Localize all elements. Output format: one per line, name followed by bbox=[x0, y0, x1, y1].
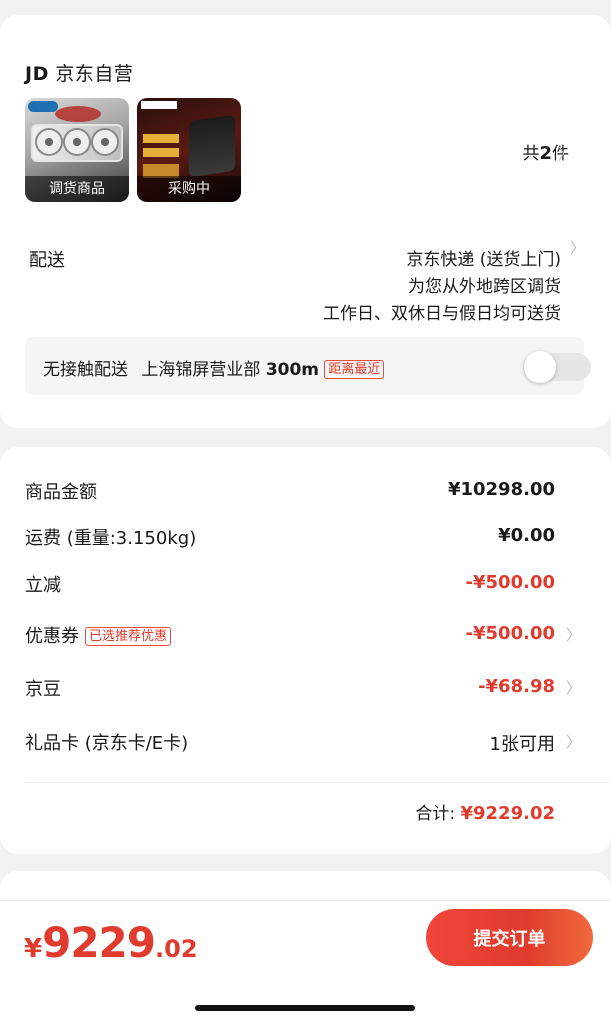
delivery-note: 为您从外地跨区调货 bbox=[408, 277, 561, 297]
shop-header[interactable]: JD 京东自营 bbox=[25, 59, 133, 86]
product-caption-1: 调货商品 bbox=[25, 176, 129, 202]
chevron-right-icon[interactable]: 〉 bbox=[570, 237, 585, 258]
count-value: 2 bbox=[539, 143, 552, 164]
chevron-right-icon[interactable]: 〉 bbox=[566, 677, 581, 698]
row-label: 优惠券 bbox=[25, 626, 79, 647]
coupon-recommend-tag: 已选推荐优惠 bbox=[85, 627, 172, 646]
row-label: 礼品卡 (京东卡/E卡) bbox=[25, 733, 189, 754]
brand-logo-icon bbox=[141, 101, 177, 109]
row-label: 京豆 bbox=[25, 679, 61, 700]
product-art-decoration bbox=[55, 106, 101, 122]
divider bbox=[25, 782, 611, 783]
row-label: 运费 (重量:3.150kg) bbox=[25, 528, 197, 549]
row-value: -¥68.98 bbox=[478, 676, 555, 697]
count-prefix: 共 bbox=[522, 144, 540, 164]
price-card: 商品金额 ¥10298.00 运费 (重量:3.150kg) ¥0.00 立减 … bbox=[0, 447, 611, 854]
delivery-info[interactable]: 京东快递 (送货上门) 为您从外地跨区调货 工作日、双休日与假日均可送货 bbox=[323, 247, 561, 328]
checkout-bar: ¥9229.02 提交订单 bbox=[0, 900, 611, 1024]
total-label: 合计: bbox=[415, 804, 456, 824]
row-label: 立减 bbox=[25, 575, 61, 596]
price-integer: 9229 bbox=[42, 918, 156, 967]
graphics-card-image bbox=[189, 114, 235, 178]
delivery-days: 工作日、双休日与假日均可送货 bbox=[323, 304, 561, 324]
payable-price: ¥9229.02 bbox=[24, 918, 198, 967]
toggle-knob bbox=[524, 351, 556, 383]
row-label-wrap: 优惠券 已选推荐优惠 bbox=[25, 622, 172, 648]
home-indicator[interactable] bbox=[195, 1005, 415, 1011]
contactless-toggle[interactable] bbox=[523, 351, 591, 383]
chevron-right-icon[interactable]: 〉 bbox=[566, 624, 581, 645]
total-amount: ¥9229.02 bbox=[460, 803, 555, 824]
price-row-jingdou[interactable]: 京豆 -¥68.98 〉 bbox=[25, 675, 585, 705]
store-name: 上海锦屏营业部 bbox=[141, 360, 261, 380]
jd-logo: JD bbox=[25, 63, 49, 85]
product-thumbnail-2[interactable]: 采购中 bbox=[137, 98, 241, 202]
product-caption-2: 采购中 bbox=[137, 176, 241, 202]
order-total: 合计: ¥9229.02 bbox=[415, 799, 555, 824]
price-decimal: .02 bbox=[155, 935, 198, 963]
divider bbox=[0, 900, 611, 901]
contactless-label: 无接触配送 bbox=[43, 360, 128, 380]
fan-icon bbox=[63, 128, 91, 156]
shop-card: JD 京东自营 调货商品 采购中 共2件 〉 配送 京东快递 (送货上门) 为您… bbox=[0, 15, 611, 428]
price-row-subtotal: 商品金额 ¥10298.00 bbox=[25, 478, 585, 508]
promo-badge-icon bbox=[143, 134, 179, 143]
brand-badge-icon bbox=[28, 101, 58, 112]
price-row-discount: 立减 -¥500.00 bbox=[25, 571, 585, 601]
shop-name: 京东自营 bbox=[55, 63, 134, 85]
delivery-label: 配送 bbox=[29, 250, 65, 271]
fan-icon bbox=[35, 128, 63, 156]
row-value: ¥0.00 bbox=[498, 525, 555, 546]
chevron-right-icon[interactable]: 〉 bbox=[558, 143, 573, 164]
fan-icon bbox=[91, 128, 119, 156]
row-value: -¥500.00 bbox=[465, 572, 555, 593]
promo-badge-icon bbox=[143, 148, 179, 157]
row-value: 1张可用 bbox=[489, 734, 555, 755]
price-row-giftcard[interactable]: 礼品卡 (京东卡/E卡) 1张可用 〉 bbox=[25, 729, 585, 759]
price-row-coupon[interactable]: 优惠券 已选推荐优惠 -¥500.00 〉 bbox=[25, 622, 585, 652]
row-value: -¥500.00 bbox=[465, 623, 555, 644]
row-value: ¥10298.00 bbox=[447, 479, 555, 500]
row-label: 商品金额 bbox=[25, 482, 97, 503]
delivery-method: 京东快递 (送货上门) bbox=[406, 250, 561, 270]
store-distance: 300m bbox=[265, 360, 320, 380]
currency-symbol: ¥ bbox=[24, 934, 43, 964]
submit-order-button[interactable]: 提交订单 bbox=[426, 909, 593, 966]
price-row-shipping: 运费 (重量:3.150kg) ¥0.00 bbox=[25, 524, 585, 554]
product-thumbnail-1[interactable]: 调货商品 bbox=[25, 98, 129, 202]
chevron-right-icon[interactable]: 〉 bbox=[566, 731, 581, 752]
nearest-tag: 距离最近 bbox=[324, 360, 385, 379]
contactless-delivery-option: 无接触配送 上海锦屏营业部 300m 距离最近 bbox=[25, 337, 591, 395]
